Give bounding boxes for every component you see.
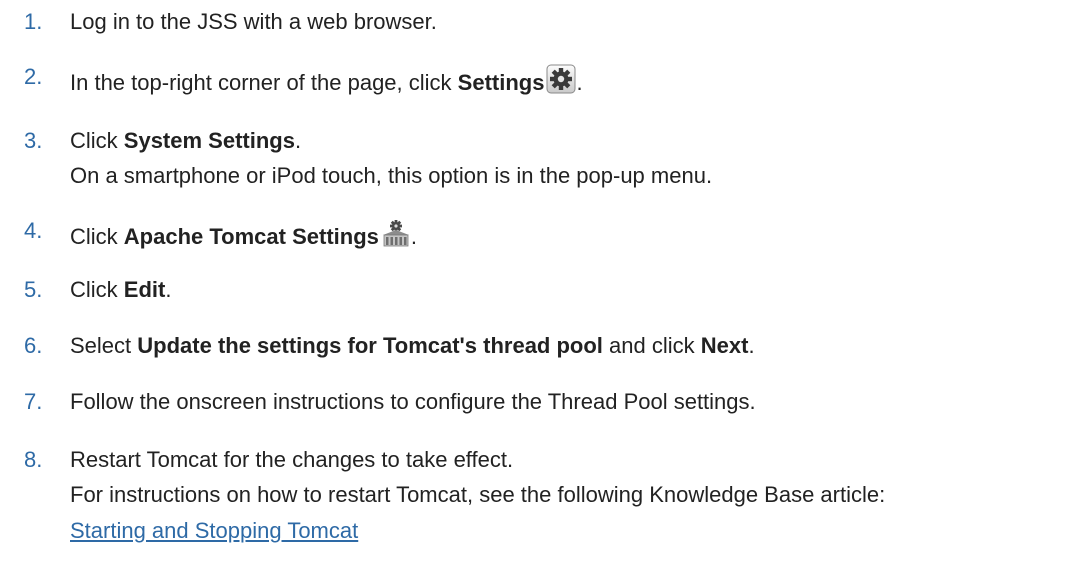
step-number: 1. [24,9,43,34]
step-text: Click System Settings. [70,128,302,153]
ui-label-apache-tomcat-settings: Apache Tomcat Settings [123,224,379,249]
step-text: Click Apache Tomcat Settings . [70,218,417,250]
step-text: In the top-right corner of the page, cli… [70,64,583,96]
step-number: 8. [24,447,43,472]
step-number: 7. [24,389,43,414]
step-number: 3. [24,128,43,153]
step-note: On a smartphone or iPod touch, this opti… [70,163,713,188]
instruction-list: 1. Log in to the JSS with a web browser.… [0,0,1089,577]
ui-label-update-thread-pool: Update the settings for Tomcat's thread … [137,333,603,358]
step-number: 2. [24,64,43,89]
step-number: 5. [24,277,43,302]
step-number: 4. [24,218,43,243]
step-text: Select Update the settings for Tomcat's … [70,333,755,358]
step-number: 6. [24,333,43,358]
ui-label-system-settings: System Settings [123,128,295,153]
settings-gear-icon [546,64,576,94]
step-text: Restart Tomcat for the changes to take e… [70,447,514,472]
ui-label-next: Next [700,333,749,358]
step-text: Click Edit. [70,277,172,302]
apache-tomcat-settings-icon [381,218,411,248]
knowledge-base-link[interactable]: Starting and Stopping Tomcat [70,518,358,544]
ui-label-edit: Edit [123,277,166,302]
step-text: Log in to the JSS with a web browser. [70,9,437,34]
ui-label-settings: Settings [457,70,545,95]
step-text: Follow the onscreen instructions to conf… [70,389,756,414]
step-note: For instructions on how to restart Tomca… [70,482,886,507]
